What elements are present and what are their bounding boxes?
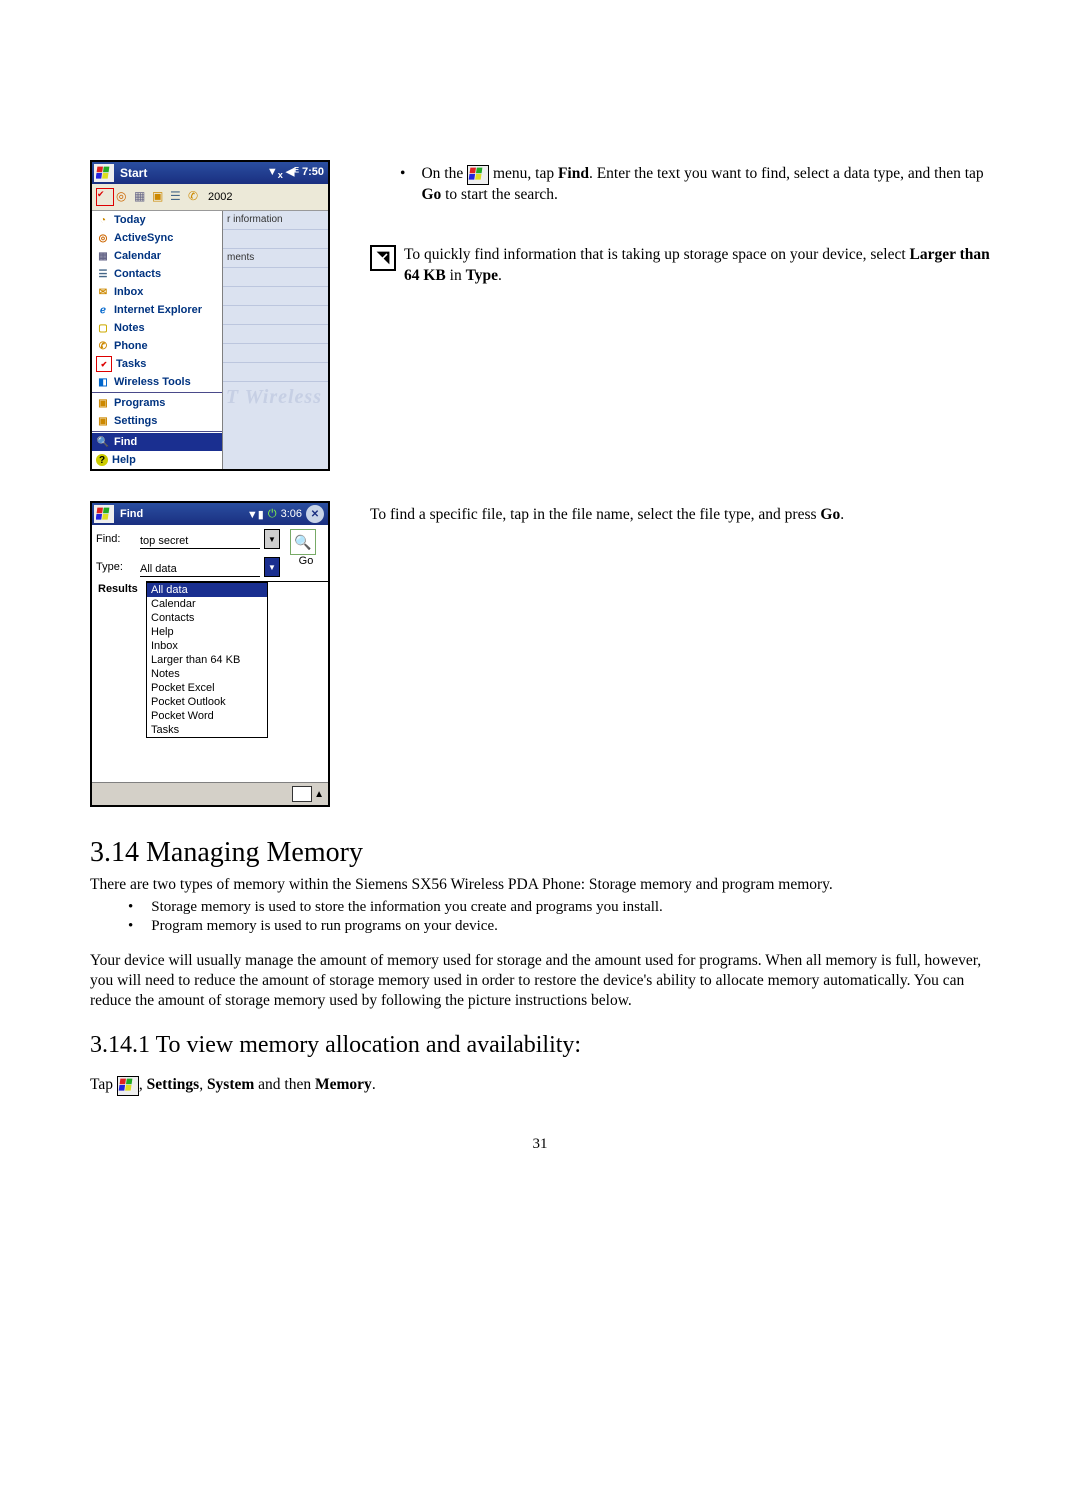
today-screen-behind: r information ments T Wireless: [223, 211, 328, 469]
clock-text: 7:50: [302, 166, 324, 178]
type-option[interactable]: Pocket Word: [147, 709, 267, 723]
type-option[interactable]: Tasks: [147, 723, 267, 737]
type-dropdown-button[interactable]: ▼: [264, 557, 280, 577]
menu-item-tasks[interactable]: ✔Tasks: [92, 355, 222, 373]
today-toolbar: ✔ ◎ ▦ ▣ ☰ ✆ 2002: [92, 184, 328, 211]
tap-instruction: Tap , Settings, System and then Memory.: [90, 1075, 990, 1096]
page-number: 31: [90, 1136, 990, 1153]
type-option[interactable]: Pocket Excel: [147, 681, 267, 695]
inbox-icon: ✉: [96, 285, 110, 299]
type-option[interactable]: Help: [147, 625, 267, 639]
notes-mini-icon: ▣: [152, 189, 168, 205]
type-option[interactable]: Contacts: [147, 611, 267, 625]
menu-item-programs[interactable]: ▣Programs: [92, 394, 222, 412]
find-file-paragraph: To find a specific file, tap in the file…: [370, 505, 990, 525]
menu-item-phone[interactable]: ✆Phone: [92, 337, 222, 355]
notes-icon: ▢: [96, 321, 110, 335]
results-list: All data Calendar Contacts Help Inbox La…: [146, 581, 328, 782]
carrier-watermark: T Wireless: [226, 386, 322, 409]
wireless-icon: ◧: [96, 375, 110, 389]
signal-icon: ▼▮: [247, 508, 264, 521]
ie-icon: ℯ: [96, 303, 110, 317]
find-label: Find:: [96, 533, 136, 545]
section-heading-3-14-1: 3.14.1 To view memory allocation and ava…: [90, 1032, 990, 1059]
help-icon: ?: [96, 454, 108, 466]
instruction-bullet: • On the menu, tap Find. Enter the text …: [400, 164, 990, 205]
type-select[interactable]: All data: [140, 557, 260, 577]
phone-mini-icon: ✆: [188, 189, 204, 205]
today-icon: ◔: [96, 213, 110, 227]
contacts-icon: ☰: [96, 267, 110, 281]
sip-bar: ▲: [92, 782, 328, 805]
results-label: Results: [92, 581, 146, 782]
menu-item-inbox[interactable]: ✉Inbox: [92, 283, 222, 301]
memory-detail: Your device will usually manage the amou…: [90, 951, 990, 1011]
calendar-icon: ▦: [96, 249, 110, 263]
title-bar: Start ▼x ◀ᴱ 7:50: [92, 162, 328, 184]
sip-arrow-icon[interactable]: ▲: [314, 789, 324, 800]
type-option[interactable]: Notes: [147, 667, 267, 681]
find-input[interactable]: top secret: [140, 529, 260, 549]
menu-item-contacts[interactable]: ☰Contacts: [92, 265, 222, 283]
clock-text: 3:06: [281, 508, 302, 520]
go-label: Go: [290, 555, 322, 567]
find-history-dropdown[interactable]: ▼: [264, 529, 280, 549]
sync-mini-icon: ◎: [116, 189, 132, 205]
note-block: To quickly find information that is taki…: [370, 245, 990, 287]
menu-item-activesync[interactable]: ◎ActiveSync: [92, 229, 222, 247]
menu-item-wireless[interactable]: ◧Wireless Tools: [92, 373, 222, 391]
find-title-bar: Find ▼▮ ⏻ 3:06 ✕: [92, 503, 328, 525]
battery-icon: ⏻: [268, 508, 277, 521]
find-icon: 🔍: [96, 435, 110, 449]
section-heading-3-14: 3.14 Managing Memory: [90, 837, 990, 869]
calendar-mini-icon: ▦: [134, 189, 150, 205]
find-screenshot: Find ▼▮ ⏻ 3:06 ✕ Find: top secret ▼: [90, 501, 330, 807]
windows-flag-icon[interactable]: [94, 164, 114, 182]
find-title: Find: [116, 508, 247, 520]
title-text: Start: [116, 166, 267, 180]
tasks-icon: ✔: [96, 356, 112, 372]
inline-start-icon: [467, 165, 489, 185]
keyboard-icon[interactable]: [292, 786, 312, 802]
type-option[interactable]: Calendar: [147, 597, 267, 611]
programs-icon: ▣: [96, 396, 110, 410]
windows-flag-icon[interactable]: [94, 505, 114, 523]
year-partial: 2002: [206, 191, 232, 203]
memory-intro: There are two types of memory within the…: [90, 875, 990, 895]
type-option[interactable]: Inbox: [147, 639, 267, 653]
note-arrow-icon: [370, 245, 396, 271]
settings-icon: ▣: [96, 414, 110, 428]
menu-item-help[interactable]: ?Help: [92, 451, 222, 469]
type-option[interactable]: All data: [147, 583, 267, 597]
menu-item-settings[interactable]: ▣Settings: [92, 412, 222, 430]
contacts-mini-icon: ☰: [170, 189, 186, 205]
menu-item-ie[interactable]: ℯInternet Explorer: [92, 301, 222, 319]
menu-item-find[interactable]: 🔍Find: [92, 433, 222, 451]
menu-item-calendar[interactable]: ▦Calendar: [92, 247, 222, 265]
signal-icon: ▼x: [267, 166, 283, 178]
type-label: Type:: [96, 561, 136, 573]
type-option[interactable]: Pocket Outlook: [147, 695, 267, 709]
menu-item-today[interactable]: ◔Today: [92, 211, 222, 229]
inline-start-icon: [117, 1076, 139, 1096]
memory-bullets: Storage memory is used to store the info…: [100, 899, 990, 935]
close-button[interactable]: ✕: [306, 505, 324, 523]
type-option[interactable]: Larger than 64 KB: [147, 653, 267, 667]
start-menu-screenshot: Start ▼x ◀ᴱ 7:50 ✔ ◎ ▦ ▣ ☰ ✆ 2002: [90, 160, 330, 471]
type-dropdown-list[interactable]: All data Calendar Contacts Help Inbox La…: [146, 582, 268, 738]
menu-item-notes[interactable]: ▢Notes: [92, 319, 222, 337]
speaker-icon: ◀ᴱ: [286, 166, 299, 178]
status-area: ▼x ◀ᴱ 7:50: [267, 165, 328, 180]
phone-icon: ✆: [96, 339, 110, 353]
go-button[interactable]: 🔍: [290, 529, 316, 555]
sync-icon: ◎: [96, 231, 110, 245]
tasks-mini-icon: ✔: [96, 188, 114, 206]
